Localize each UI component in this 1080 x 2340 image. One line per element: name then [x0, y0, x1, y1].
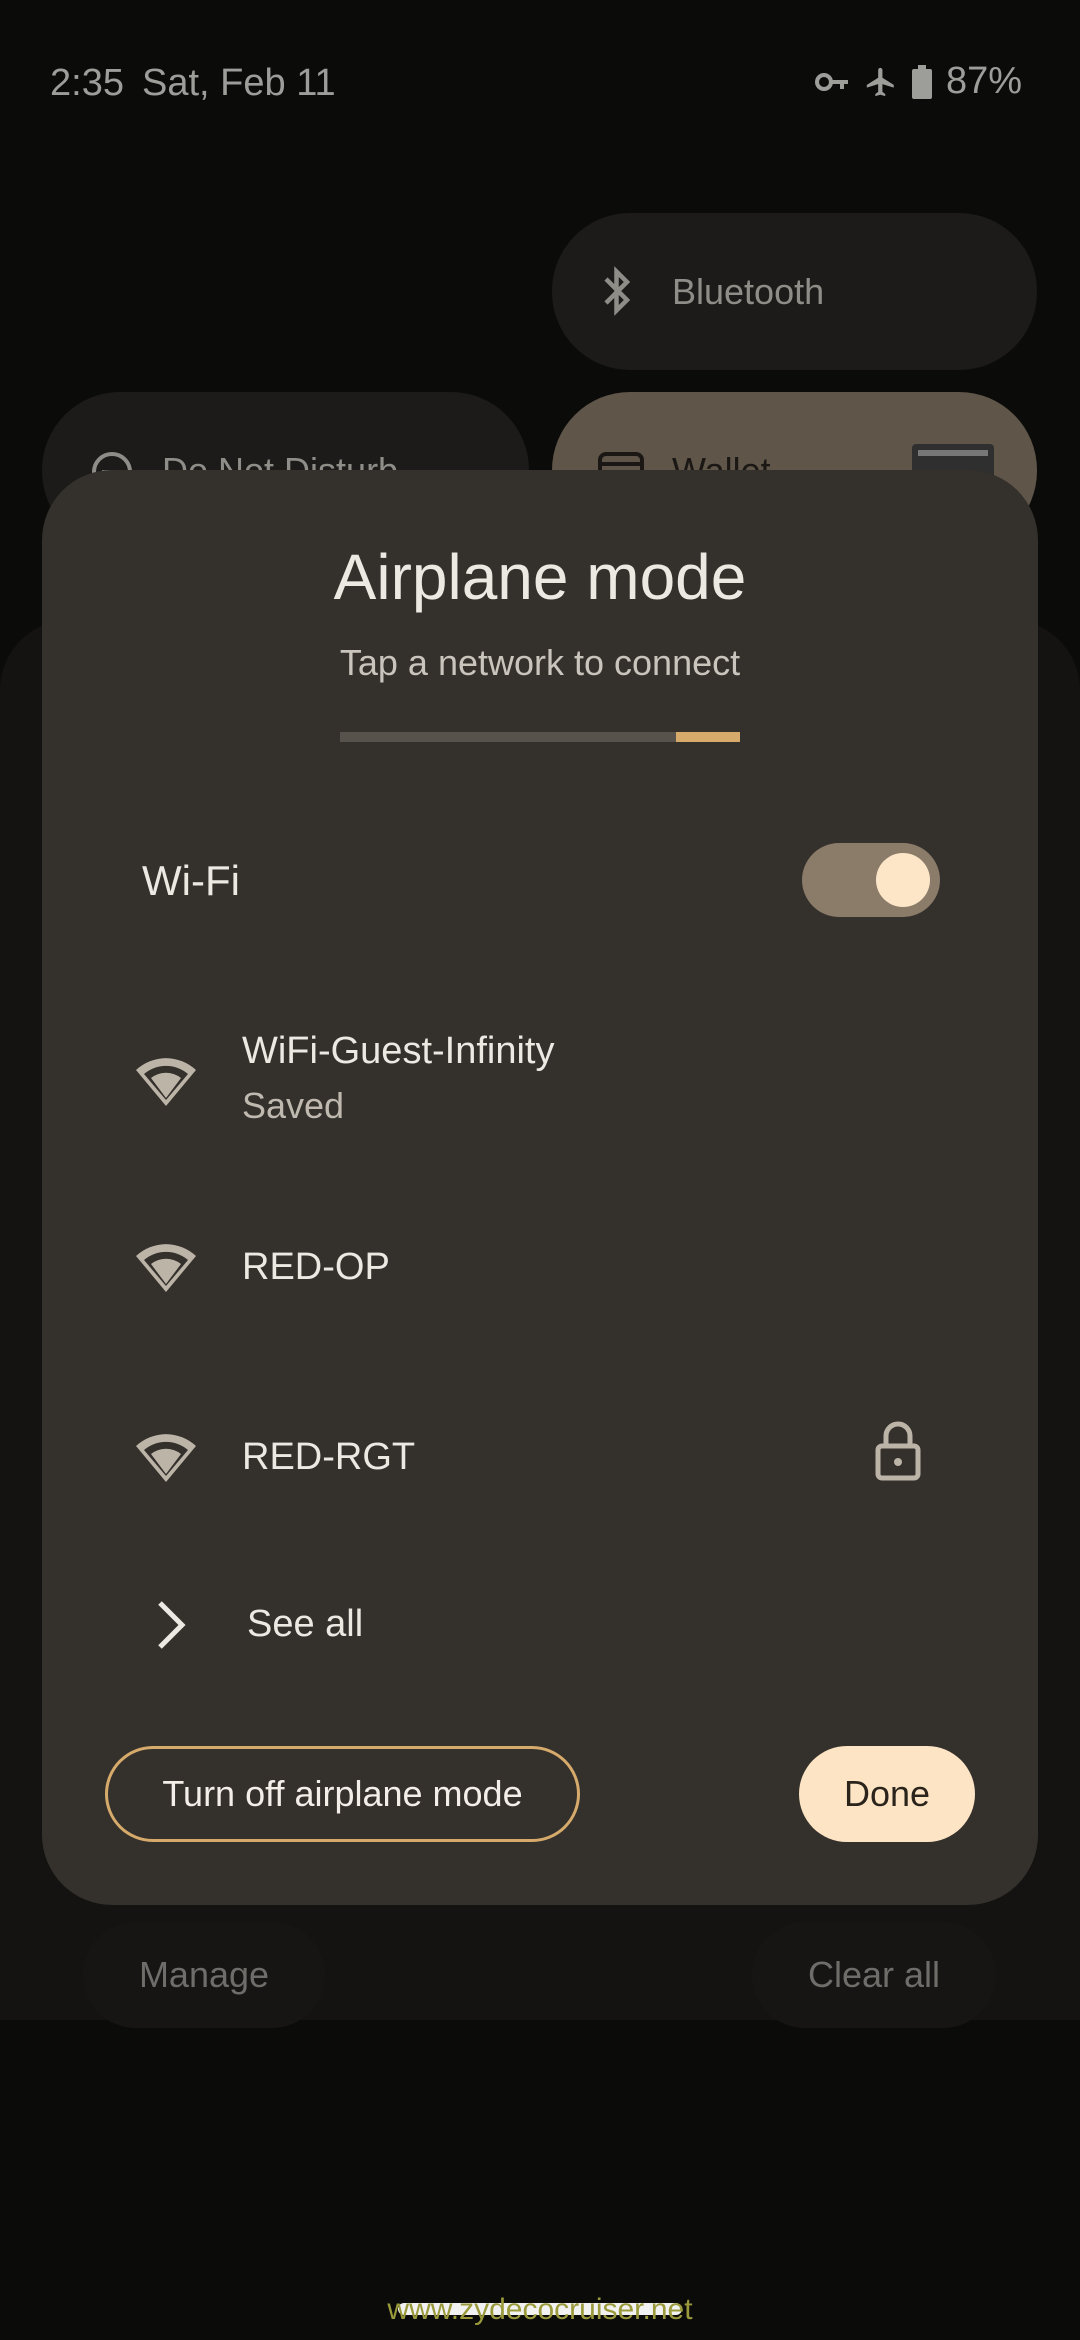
manage-button[interactable]: Manage	[83, 1922, 325, 2028]
bluetooth-icon	[600, 265, 636, 322]
airplane-mode-dialog: Airplane mode Tap a network to connect W…	[42, 470, 1038, 1905]
watermark: www.zydecocruiser.net	[387, 2293, 693, 2326]
battery-percent: 87%	[945, 60, 1022, 102]
wifi-signal-icon	[134, 1428, 198, 1489]
turn-off-airplane-mode-button[interactable]: Turn off airplane mode	[105, 1746, 580, 1842]
airplane-icon	[864, 65, 898, 99]
dialog-subtitle: Tap a network to connect	[339, 642, 741, 683]
tile-bluetooth-label: Bluetooth	[672, 271, 825, 312]
tile-bluetooth[interactable]: Bluetooth	[552, 213, 1037, 370]
network-name: WiFi-Guest-Infinity	[242, 1030, 555, 1072]
screen: 2:35 Sat, Feb 11 87% Bluetooth Do Not Di…	[0, 0, 1080, 2340]
clear-all-button[interactable]: Clear all	[752, 1922, 996, 2028]
wifi-toggle-row[interactable]: Wi-Fi	[42, 820, 1038, 940]
wifi-signal-icon	[134, 1052, 198, 1113]
lock-icon	[874, 1420, 922, 1487]
wifi-signal-icon	[134, 1238, 198, 1299]
status-bar: 2:35 Sat, Feb 11 87%	[0, 0, 1080, 170]
status-date: Sat, Feb 11	[142, 62, 336, 104]
scan-progress-bar	[340, 732, 740, 742]
network-name: RED-OP	[242, 1246, 390, 1288]
battery-icon	[911, 64, 932, 99]
network-status: Saved	[242, 1085, 345, 1126]
dialog-title: Airplane mode	[333, 541, 747, 613]
network-name: RED-RGT	[242, 1436, 416, 1478]
chevron-right-icon	[154, 1599, 188, 1656]
see-all-label: See all	[247, 1603, 364, 1645]
status-time: 2:35	[50, 62, 124, 104]
done-button[interactable]: Done	[799, 1746, 975, 1842]
status-icons: 87%	[814, 60, 1022, 103]
scan-progress-indicator	[676, 732, 740, 742]
wifi-label: Wi-Fi	[142, 857, 240, 904]
see-all-row[interactable]: See all	[42, 1575, 1038, 1675]
vpn-key-icon	[814, 70, 850, 94]
wifi-toggle[interactable]	[802, 843, 940, 917]
network-item[interactable]: WiFi-Guest-Infinity Saved	[42, 1010, 1038, 1160]
network-item[interactable]: RED-OP	[42, 1210, 1038, 1330]
wifi-toggle-knob	[876, 853, 930, 907]
network-item[interactable]: RED-RGT	[42, 1400, 1038, 1520]
